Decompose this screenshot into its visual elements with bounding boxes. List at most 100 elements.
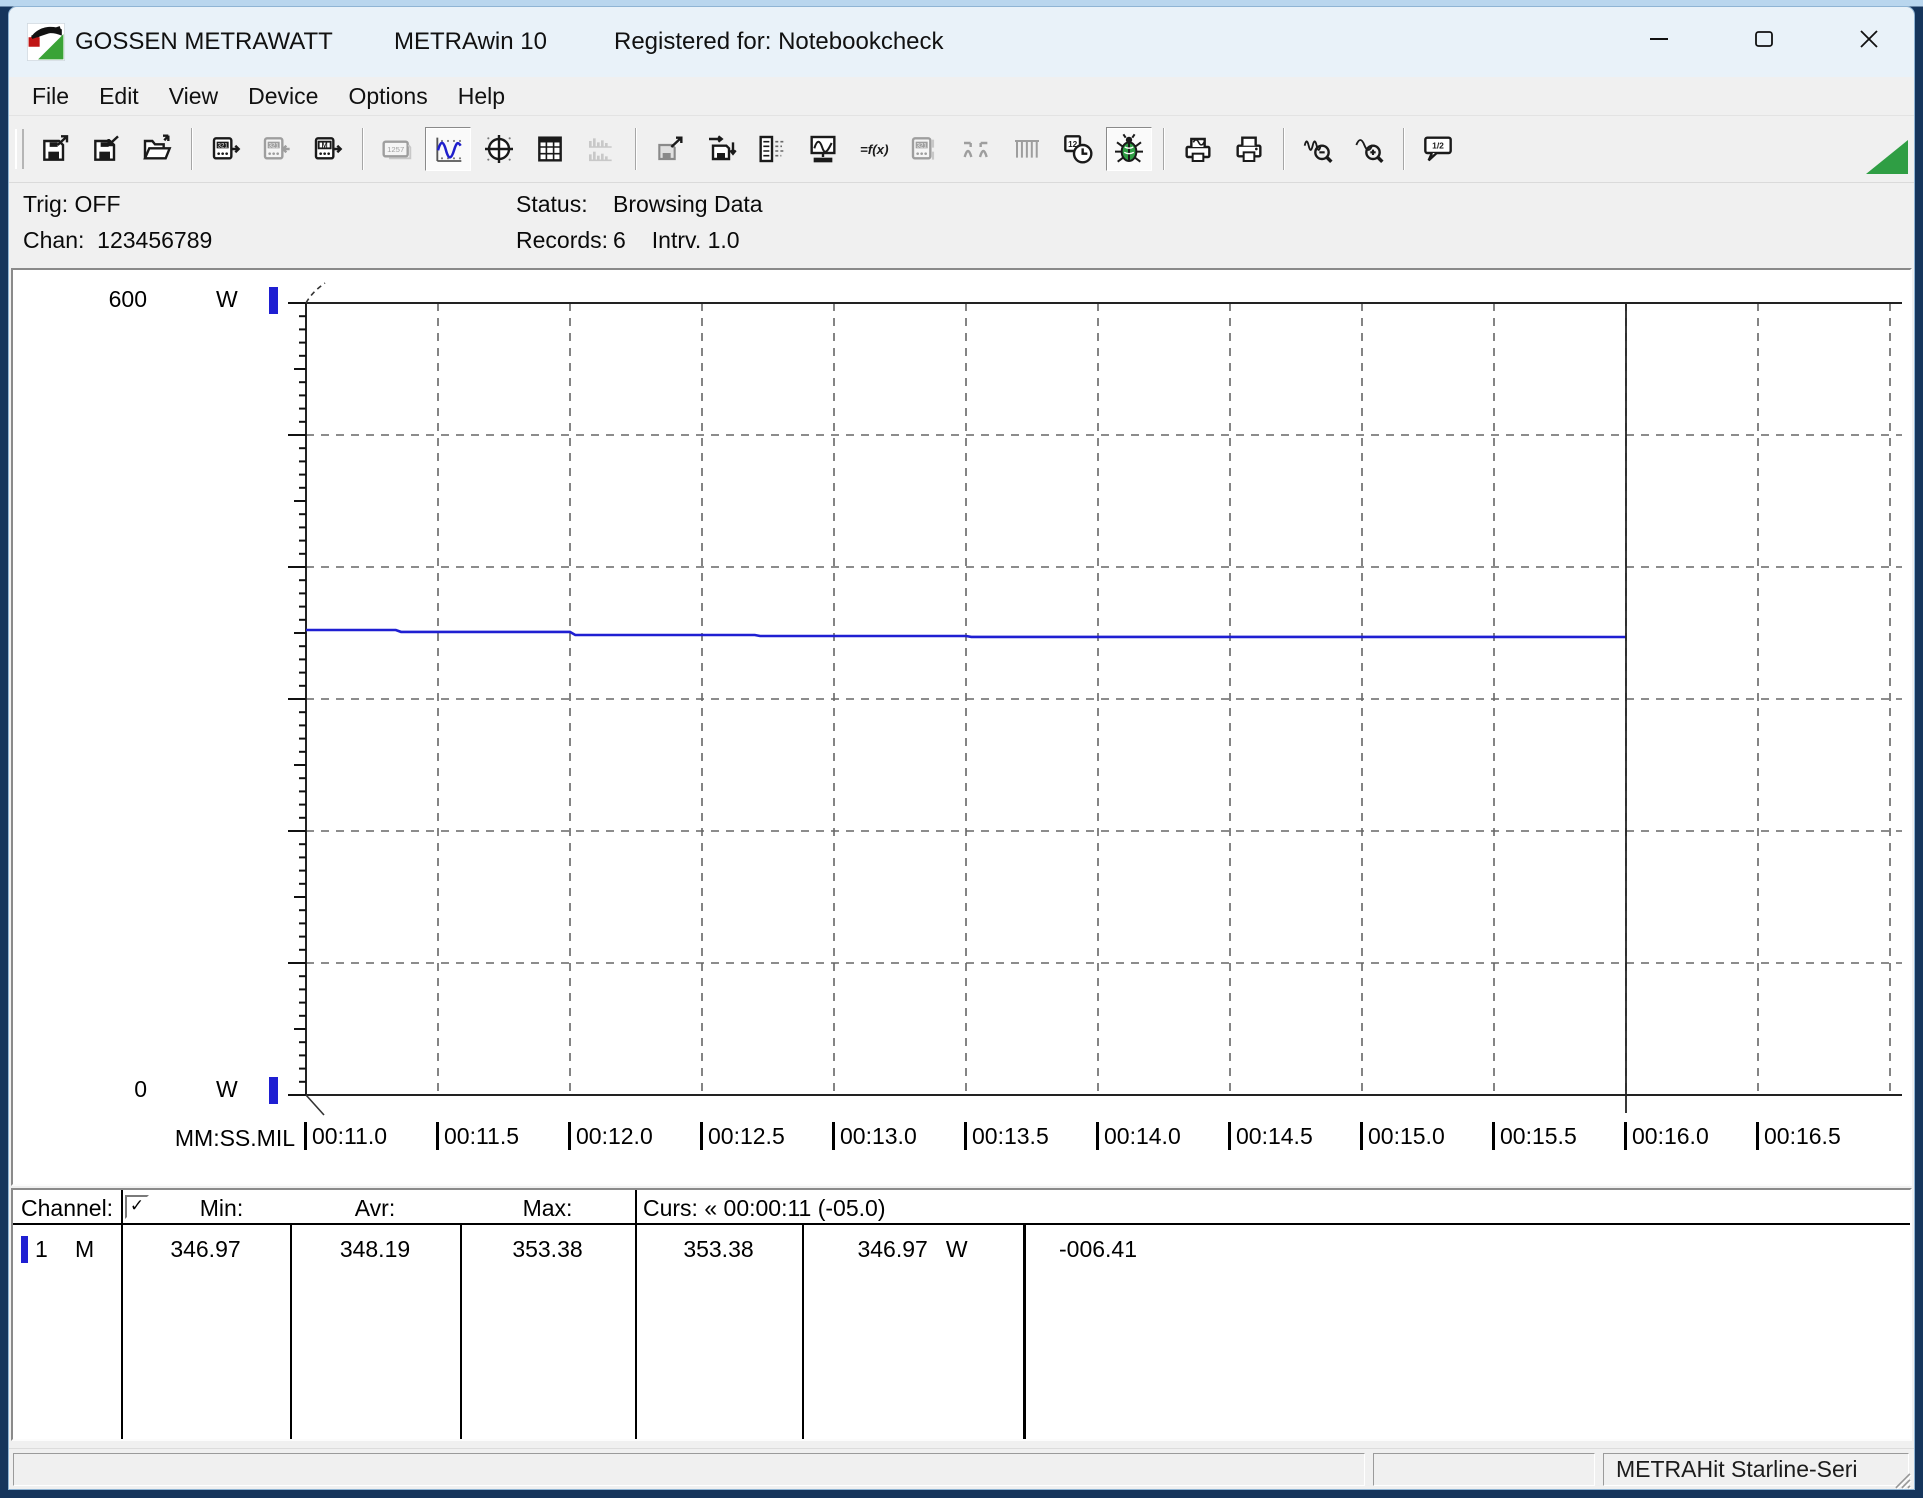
status-bar: METRAHit Starline-Seri (9, 1448, 1914, 1490)
print-button[interactable] (1226, 127, 1272, 171)
view-xy-scope-button[interactable] (476, 127, 522, 171)
resize-grip[interactable] (1888, 1466, 1912, 1490)
maximize-icon (1753, 28, 1775, 50)
x-tick-label: 00:12.0 (568, 1122, 653, 1150)
read-device-321-icon: 321 (210, 133, 242, 165)
transfer-data-button[interactable] (698, 127, 744, 171)
monitor-online-button[interactable] (800, 127, 846, 171)
acquisition-info-bar: Trig: OFF Chan: 123456789 Status:Browsin… (9, 183, 1914, 266)
formula-fx-button[interactable]: =f(x) (851, 127, 897, 171)
print-graph-button[interactable] (1175, 127, 1221, 171)
table-header-max: Max: (460, 1195, 635, 1222)
value-min: 346.97 (121, 1236, 290, 1263)
x-tick-label: 00:13.5 (964, 1122, 1049, 1150)
device-321-offline-icon: 321 (909, 133, 941, 165)
pulse-record-button (953, 127, 999, 171)
menu-item-options[interactable]: Options (333, 81, 442, 112)
menu-item-view[interactable]: View (154, 81, 233, 112)
read-device-321-button[interactable]: 321 (203, 127, 249, 171)
toolbar: 321 321 M 1257 =f(x) 321 12 1/2 (9, 116, 1914, 183)
device-321-offline-button: 321 (902, 127, 948, 171)
y-axis-max-unit: W (216, 286, 238, 313)
zoom-out-horizontal-button[interactable] (1295, 127, 1341, 171)
app-logo-icon (27, 23, 65, 61)
minimize-icon (1648, 28, 1670, 50)
table-header-channel: Channel: (21, 1195, 113, 1222)
save-file-export-icon (39, 133, 71, 165)
view-curve-button[interactable] (425, 127, 471, 171)
toolbar-drag-handle[interactable] (15, 129, 24, 169)
time-schedule-icon: 12 (1062, 133, 1094, 165)
view-histogram-icon (585, 133, 617, 165)
x-tick-label: 00:15.0 (1360, 1122, 1445, 1150)
open-file-button[interactable] (134, 127, 180, 171)
desktop: GOSSEN METRAWATT METRAwin 10 Registered … (0, 0, 1923, 1498)
x-tick-label: 00:15.5 (1492, 1122, 1577, 1150)
menu-item-file[interactable]: File (17, 81, 84, 112)
display-1257-icon: 1257 (381, 133, 413, 165)
time-schedule-button[interactable]: 12 (1055, 127, 1101, 171)
zoom-in-horizontal-button[interactable] (1346, 127, 1392, 171)
toolbar-separator (1283, 128, 1285, 170)
svg-text:M: M (322, 141, 328, 150)
value-cursor-b: 346.97W (802, 1236, 1023, 1263)
table-divider (121, 1190, 123, 1439)
chart-panel: 600 W 0 W MM:SS.MIL 00:11.000:11.500:12.… (11, 268, 1912, 1186)
read-device-memory-button[interactable]: M (305, 127, 351, 171)
svg-text:1257: 1257 (387, 145, 404, 154)
value-cursor-delta: -006.41 (1059, 1236, 1137, 1263)
menu-item-device[interactable]: Device (233, 81, 333, 112)
title-bar: GOSSEN METRAWATT METRAwin 10 Registered … (9, 7, 1914, 77)
value-list-button[interactable] (749, 127, 795, 171)
statusbar-pane-main (13, 1453, 1365, 1486)
debug-bug-button[interactable] (1106, 127, 1152, 171)
channel-mode: M (75, 1236, 94, 1263)
minimize-button[interactable] (1630, 13, 1688, 65)
green-corner-marker (1866, 140, 1908, 174)
view-table-icon (534, 133, 566, 165)
comb-record-button (1004, 127, 1050, 171)
channel-marker-top (269, 287, 278, 314)
x-tick-label: 00:14.0 (1096, 1122, 1181, 1150)
annotation-note-icon: 1/2 (1422, 133, 1454, 165)
records-status: Records:6Intrv. 1.0 (516, 227, 740, 254)
maximize-button[interactable] (1735, 13, 1793, 65)
y-axis-min-unit: W (216, 1076, 238, 1103)
export-data-button[interactable] (647, 127, 693, 171)
zoom-in-horizontal-icon (1353, 133, 1385, 165)
save-file-export-button[interactable] (32, 127, 78, 171)
measurement-table: Channel: ✓ Min: Avr: Max: Curs: « 00:00:… (11, 1188, 1912, 1441)
menu-item-edit[interactable]: Edit (84, 81, 154, 112)
title-app-name: METRAwin 10 (394, 7, 547, 77)
menu-item-help[interactable]: Help (443, 81, 520, 112)
channel-number: 1 (35, 1236, 48, 1263)
toolbar-separator (1403, 128, 1405, 170)
app-window: GOSSEN METRAWATT METRAwin 10 Registered … (8, 6, 1915, 1490)
display-1257-button: 1257 (374, 127, 420, 171)
view-histogram-button (578, 127, 624, 171)
debug-bug-icon (1113, 133, 1145, 165)
value-max: 353.38 (460, 1236, 635, 1263)
formula-fx-icon: =f(x) (858, 133, 890, 165)
chan-status: Chan: 123456789 (23, 227, 212, 254)
toolbar-separator (1163, 128, 1165, 170)
table-header-avr: Avr: (290, 1195, 460, 1222)
svg-text:321: 321 (917, 142, 928, 149)
channel-visible-checkbox[interactable]: ✓ (125, 1195, 149, 1219)
chart-plot-area[interactable] (13, 270, 1910, 1184)
title-vendor: GOSSEN METRAWATT (75, 7, 333, 77)
close-button[interactable] (1840, 13, 1898, 65)
svg-text:321: 321 (269, 142, 280, 149)
value-avr: 348.19 (290, 1236, 460, 1263)
menu-bar: FileEditViewDeviceOptionsHelp (9, 77, 1914, 116)
save-file-import-button[interactable] (83, 127, 129, 171)
channel-color-marker (21, 1236, 28, 1263)
view-table-button[interactable] (527, 127, 573, 171)
close-icon (1858, 28, 1880, 50)
toolbar-separator (191, 128, 193, 170)
y-axis-max-label: 600 (71, 286, 147, 313)
annotation-note-button[interactable]: 1/2 (1415, 127, 1461, 171)
x-tick-label: 00:12.5 (700, 1122, 785, 1150)
statusbar-device-name: METRAHit Starline-Seri (1603, 1453, 1909, 1486)
zoom-out-horizontal-icon (1302, 133, 1334, 165)
